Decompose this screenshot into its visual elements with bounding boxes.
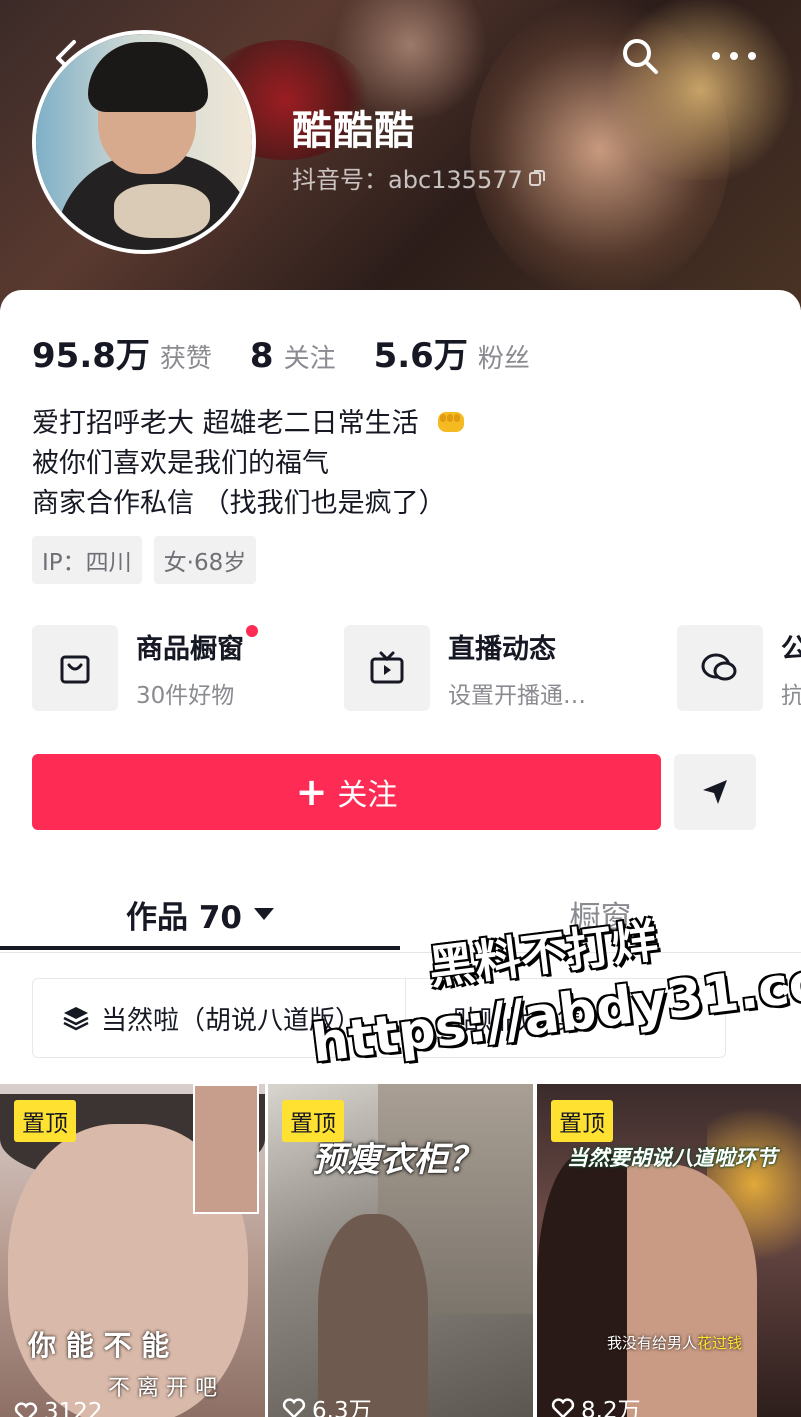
stat-value: 5.6万	[373, 336, 468, 376]
follow-button[interactable]: + 关注	[32, 754, 661, 830]
profile-header-background: 酷酷酷 抖音号：abc135577	[0, 0, 801, 310]
stat-following[interactable]: 8 关注	[250, 336, 336, 376]
stat-label: 粉丝	[477, 344, 530, 374]
tv-icon	[370, 651, 404, 684]
gender-age-tag: 女·68岁	[153, 536, 257, 584]
ip-tag: IP：四川	[32, 536, 142, 584]
video-grid: 置顶 你 能 不 能 不 离 开 吧 3122 置顶 预瘦衣柜？ 6.3万 置顶…	[0, 1084, 801, 1417]
collections-row: 当然啦（胡说八道版） 贴贴战合集	[32, 978, 726, 1058]
chat-bubble-icon	[701, 653, 737, 681]
feature-subtitle: 30件好物	[136, 682, 235, 709]
feature-subtitle: 抗	[781, 682, 801, 709]
video-likes: 8.2万	[551, 1391, 641, 1417]
bio-line: 被你们喜欢是我们的福气	[32, 448, 329, 479]
feature-group-chat[interactable]: 公 抗	[677, 624, 801, 712]
video-thumbnail[interactable]: 置顶 预瘦衣柜？ 6.3万	[268, 1084, 533, 1417]
like-count: 8.2万	[581, 1398, 641, 1417]
collection-item[interactable]: 贴贴战合集	[453, 979, 583, 1057]
tab-works[interactable]: 作品 70	[0, 878, 400, 950]
notification-dot	[246, 624, 258, 637]
video-thumbnail[interactable]: 置顶 当然要胡说八道啦环节 我没有给男人花过钱 8.2万	[537, 1084, 801, 1417]
pinned-badge: 置顶	[14, 1100, 76, 1142]
search-icon	[623, 39, 658, 74]
stat-label: 获赞	[159, 344, 212, 374]
collection-item[interactable]: 当然啦（胡说八道版）	[61, 979, 361, 1057]
heart-icon	[14, 1402, 38, 1417]
share-button[interactable]	[674, 754, 756, 830]
video-headline: 当然要胡说八道啦环节	[567, 1146, 777, 1170]
feature-subtitle: 设置开播通…	[448, 682, 586, 709]
divider	[405, 979, 406, 1057]
stat-value: 95.8万	[32, 336, 150, 376]
like-count: 3122	[44, 1399, 103, 1417]
stat-followers[interactable]: 5.6万 粉丝	[374, 328, 530, 377]
content-tabs: 作品 70 橱窗	[0, 878, 801, 953]
video-likes: 6.3万	[282, 1391, 372, 1417]
heart-icon	[282, 1398, 306, 1417]
bio-line: 爱打招呼老大 超雄老二日常生活	[32, 404, 469, 444]
feature-shop-window[interactable]: 商品橱窗 30件好物	[32, 624, 258, 712]
more-dots-icon	[712, 52, 756, 60]
heart-icon	[551, 1398, 575, 1417]
more-options-button[interactable]	[706, 36, 762, 76]
copy-icon[interactable]	[528, 169, 545, 187]
profile-name: 酷酷酷	[292, 108, 415, 154]
stat-likes: 95.8万 获赞	[32, 328, 212, 377]
bio: 爱打招呼老大 超雄老二日常生活 被你们喜欢是我们的福气 商家合作私信 （找我们也…	[32, 404, 469, 524]
collection-label: 贴贴战合集	[453, 1005, 584, 1036]
shopping-bag-icon	[60, 655, 90, 684]
avatar[interactable]	[32, 30, 256, 254]
douyin-id[interactable]: 抖音号：abc135577	[292, 160, 545, 195]
tab-label: 作品 70	[126, 899, 242, 936]
background-photo-lights	[600, 0, 800, 180]
stack-layers-icon	[63, 1007, 89, 1031]
stats-row: 95.8万 获赞 8 关注 5.6万 粉丝	[32, 328, 568, 377]
feature-title: 商品橱窗	[136, 633, 244, 665]
send-arrow-icon	[703, 780, 727, 804]
follow-label: 关注	[337, 778, 398, 813]
video-thumbnail[interactable]: 置顶 你 能 不 能 不 离 开 吧 3122	[0, 1084, 265, 1417]
active-tab-indicator	[0, 946, 400, 950]
douyin-id-text: 抖音号：abc135577	[292, 166, 523, 194]
video-likes: 3122	[14, 1399, 103, 1417]
bio-line: 商家合作私信 （找我们也是疯了）	[32, 488, 446, 519]
pinned-badge: 置顶	[551, 1100, 613, 1142]
collection-label: 当然啦（胡说八道版）	[101, 1005, 362, 1036]
feature-title: 直播动态	[448, 633, 556, 665]
search-button[interactable]	[618, 34, 662, 78]
feature-entries: 商品橱窗 30件好物 直播动态 设置开播通… 公 抗	[32, 624, 801, 714]
stat-label: 关注	[283, 344, 336, 374]
inset-photo	[193, 1084, 259, 1214]
caret-down-icon	[253, 908, 274, 920]
profile-card: 95.8万 获赞 8 关注 5.6万 粉丝 爱打招呼老大 超雄老二日常生活 被你…	[0, 290, 801, 1417]
stat-value: 8	[249, 336, 274, 376]
like-count: 6.3万	[312, 1398, 372, 1417]
tab-label: 橱窗	[569, 899, 632, 936]
video-subtitle: 我没有给男人花过钱	[607, 1334, 743, 1352]
feature-title: 公	[781, 633, 801, 665]
feature-live-updates[interactable]: 直播动态 设置开播通…	[344, 624, 586, 712]
fist-emoji-icon	[438, 412, 465, 432]
video-caption: 不 离 开 吧	[108, 1376, 217, 1401]
plus-icon: +	[295, 770, 328, 814]
tab-shop-window[interactable]: 橱窗	[400, 878, 801, 950]
video-caption: 你 能 不 能	[28, 1329, 170, 1362]
pinned-badge: 置顶	[282, 1100, 344, 1142]
profile-tags: IP：四川 女·68岁	[32, 536, 257, 584]
bio-line-text: 爱打招呼老大 超雄老二日常生活	[32, 408, 419, 439]
